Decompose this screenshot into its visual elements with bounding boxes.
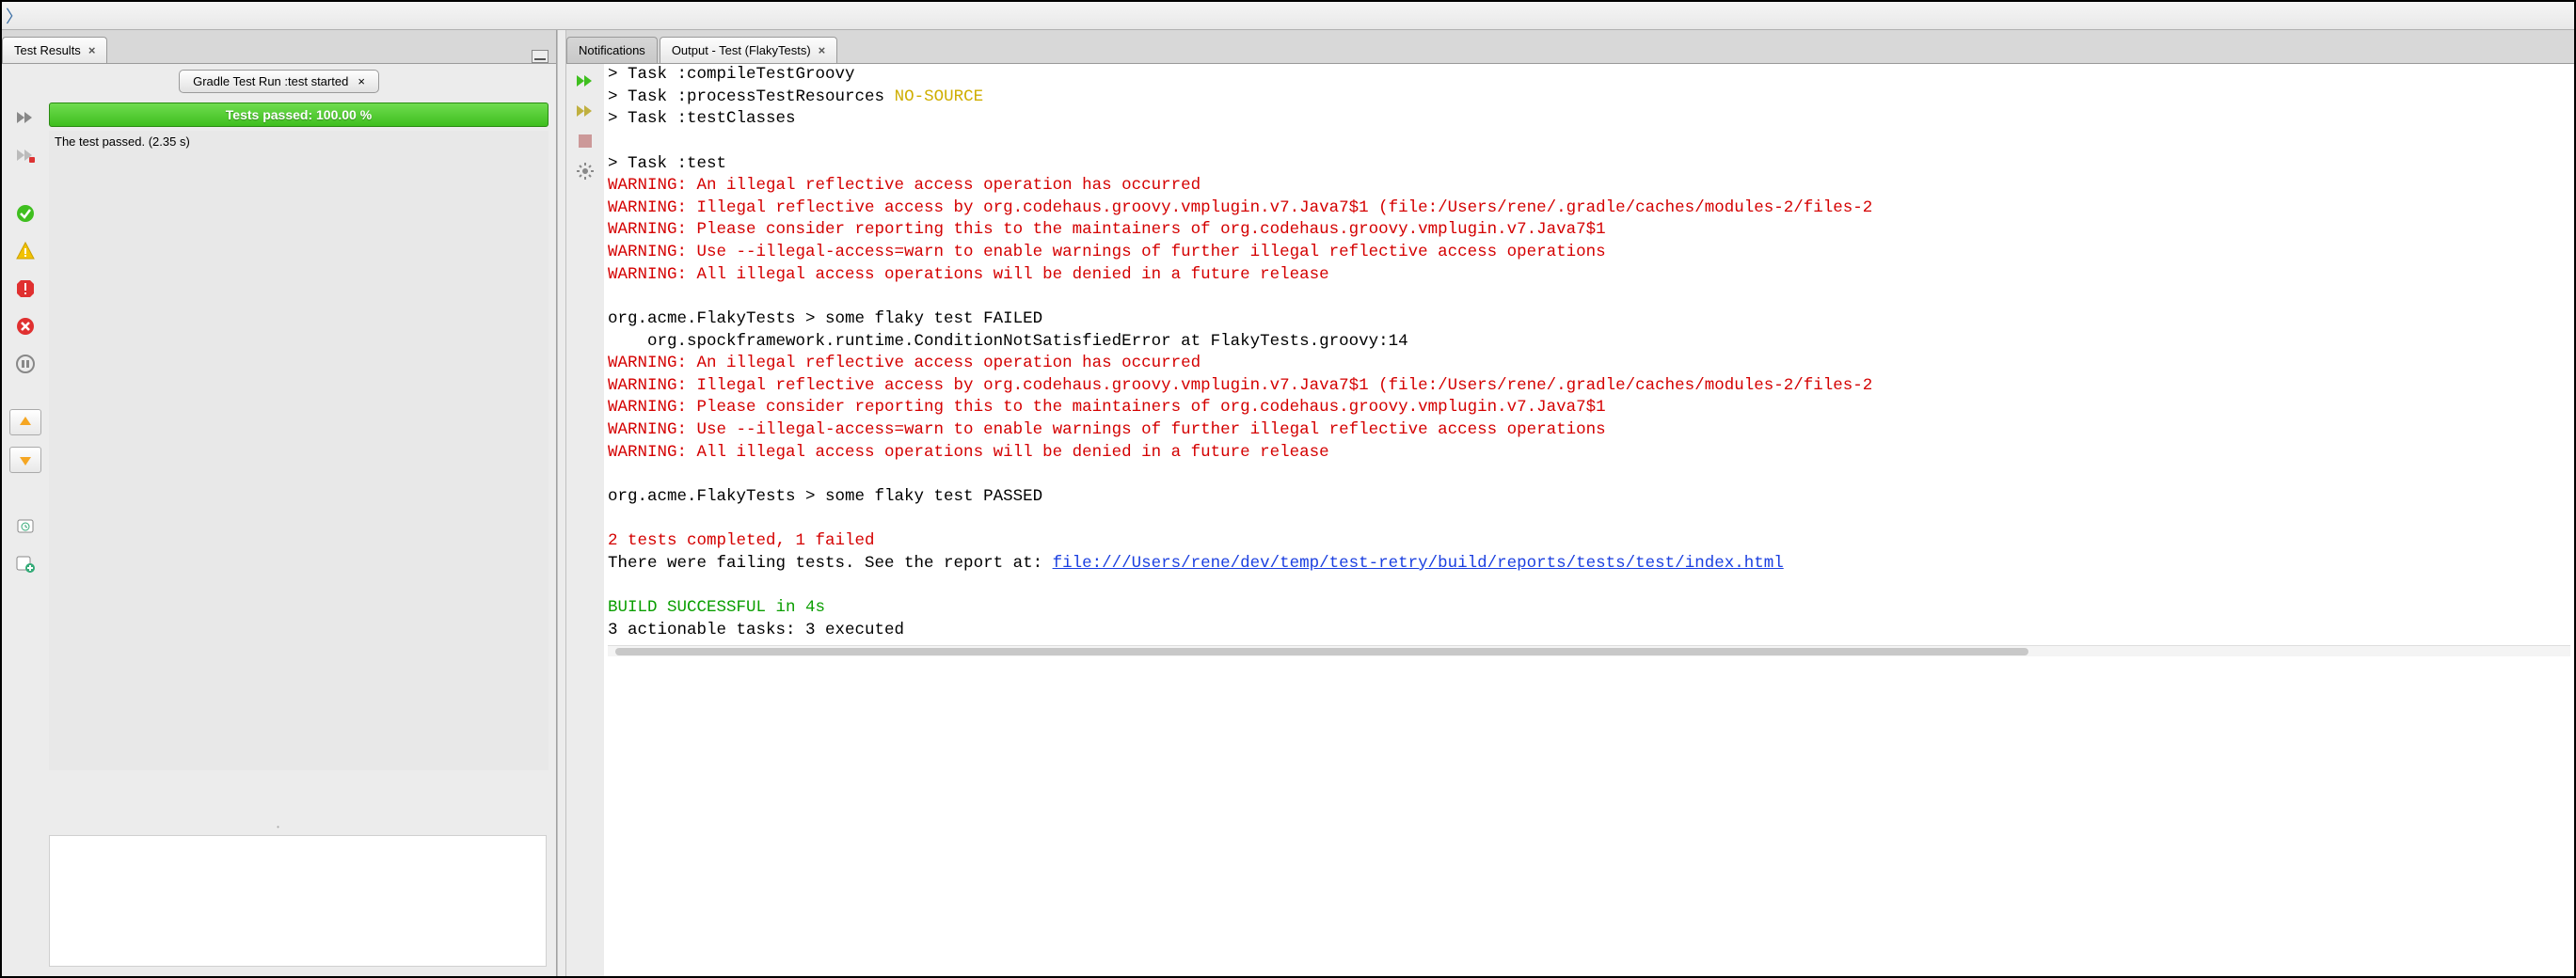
next-failure-button[interactable] bbox=[9, 447, 41, 473]
tab-output[interactable]: Output - Test (FlakyTests) × bbox=[660, 37, 837, 63]
tab-label: Test Results bbox=[14, 43, 81, 57]
error-filter-icon[interactable] bbox=[9, 276, 41, 302]
test-result-message: The test passed. (2.35 s) bbox=[49, 131, 549, 770]
output-toolbar bbox=[566, 64, 604, 976]
test-progress-bar: Tests passed: 100.00 % bbox=[49, 103, 549, 127]
chevron-right-icon[interactable]: 〉 bbox=[6, 4, 23, 28]
progress-label: Tests passed: 100.00 % bbox=[226, 107, 372, 122]
run-tab-label: Gradle Test Run :test started bbox=[193, 74, 348, 88]
horizontal-scrollbar[interactable] bbox=[608, 645, 2570, 656]
rerun-muted-icon[interactable] bbox=[572, 100, 598, 122]
vertical-splitter[interactable] bbox=[557, 30, 566, 976]
right-tab-row: Notifications Output - Test (FlakyTests) × bbox=[566, 30, 2574, 64]
drag-handle-icon[interactable]: • bbox=[2, 823, 556, 831]
tab-notifications[interactable]: Notifications bbox=[566, 37, 658, 63]
passed-filter-icon[interactable] bbox=[9, 200, 41, 227]
output-sub-area bbox=[49, 835, 547, 967]
tab-test-results[interactable]: Test Results × bbox=[2, 37, 107, 63]
minimize-icon[interactable] bbox=[532, 50, 549, 63]
rerun-failed-button[interactable] bbox=[9, 142, 41, 168]
close-icon[interactable]: × bbox=[819, 43, 826, 57]
console-output[interactable]: > Task :compileTestGroovy > Task :proces… bbox=[604, 64, 2574, 976]
output-panel: Notifications Output - Test (FlakyTests) ×… bbox=[566, 30, 2574, 976]
prev-failure-button[interactable] bbox=[9, 409, 41, 435]
breadcrumb-bar: 〉 bbox=[2, 2, 2574, 30]
run-tab[interactable]: Gradle Test Run :test started × bbox=[179, 70, 379, 93]
close-icon[interactable]: × bbox=[358, 74, 365, 88]
left-tab-row: Test Results × bbox=[2, 30, 556, 64]
test-results-panel: Test Results × Gradle Test Run :test sta… bbox=[2, 30, 557, 976]
report-link[interactable]: file:///Users/rene/dev/temp/test-retry/b… bbox=[1053, 554, 1784, 573]
stop-icon[interactable] bbox=[572, 130, 598, 152]
tab-label: Output - Test (FlakyTests) bbox=[672, 43, 811, 57]
aborted-filter-icon[interactable] bbox=[9, 313, 41, 339]
rerun-button[interactable] bbox=[9, 104, 41, 131]
settings-icon[interactable] bbox=[572, 160, 598, 182]
rerun-icon[interactable] bbox=[572, 70, 598, 92]
skipped-filter-icon[interactable] bbox=[9, 351, 41, 377]
new-watch-icon[interactable] bbox=[9, 550, 41, 576]
test-toolbar bbox=[2, 99, 49, 823]
close-icon[interactable]: × bbox=[88, 43, 96, 57]
warning-filter-icon[interactable] bbox=[9, 238, 41, 264]
tab-label: Notifications bbox=[579, 43, 645, 57]
history-icon[interactable] bbox=[9, 513, 41, 539]
